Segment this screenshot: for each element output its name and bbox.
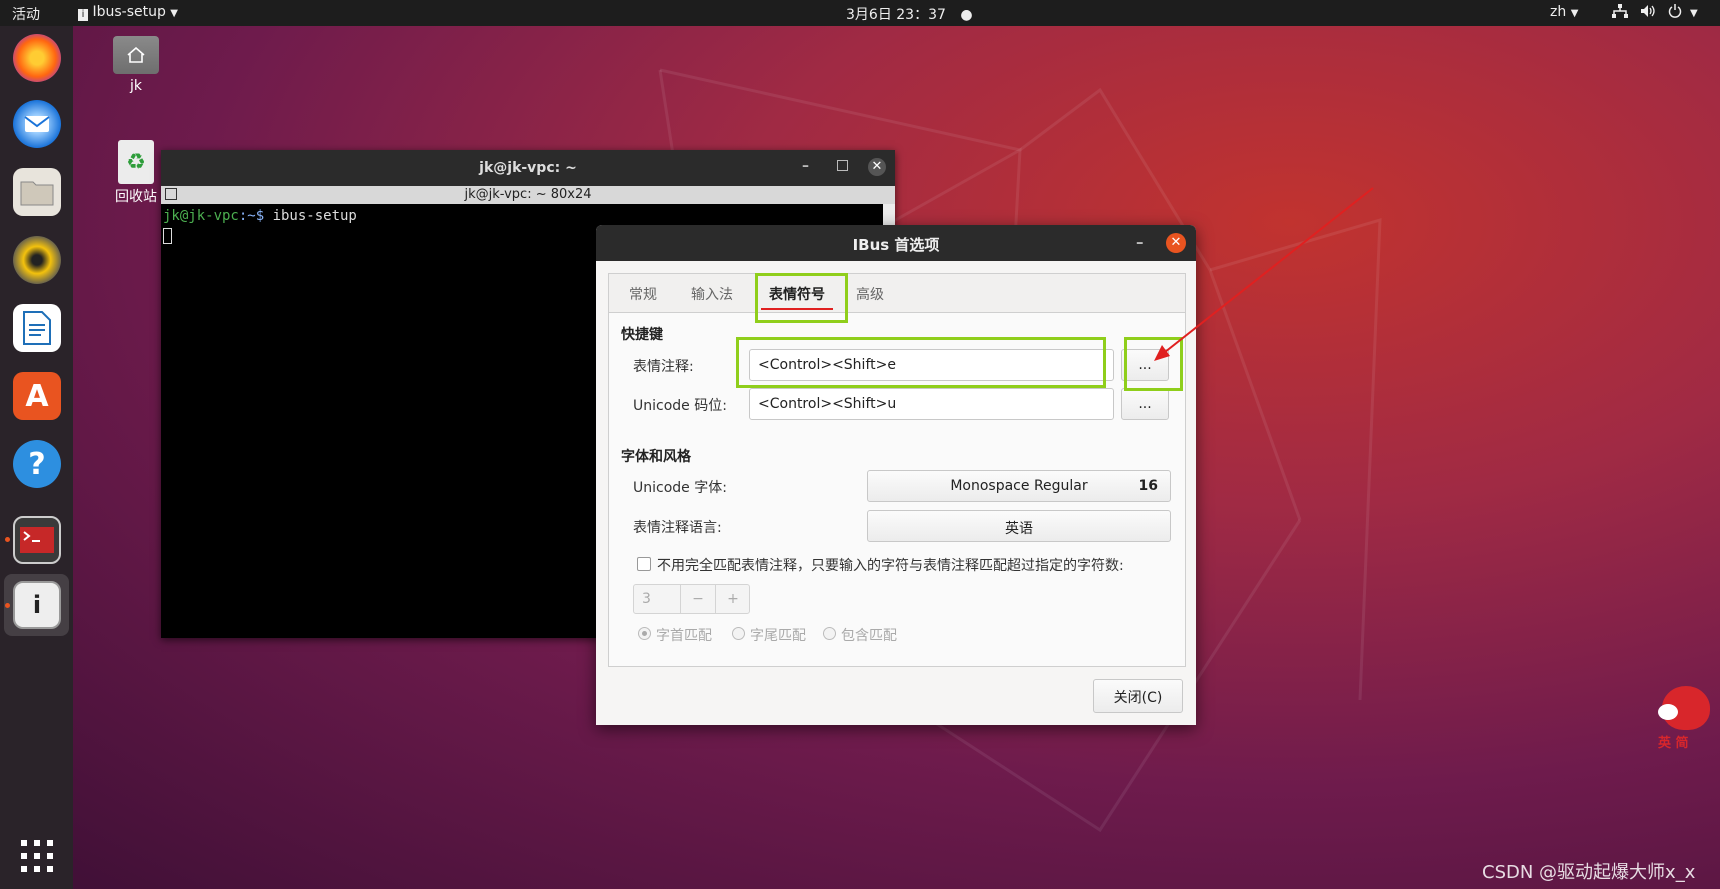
prompt-user: jk@jk-vpc: [163, 208, 239, 224]
trash-icon: ♻: [118, 140, 154, 184]
firefox-icon[interactable]: [13, 34, 61, 82]
spin-value: 3: [642, 591, 651, 607]
input-method-mascot[interactable]: 英 简: [1648, 686, 1718, 752]
mascot-face-icon: [1658, 704, 1678, 720]
show-applications-icon[interactable]: [13, 832, 61, 880]
watermark: CSDN @驱动起爆大师x_x: [1482, 862, 1696, 883]
terminal-tab-header: jk@jk-vpc: ~ 80x24: [161, 186, 895, 204]
annotation-language-button[interactable]: 英语: [867, 510, 1171, 542]
ibus-preferences-dialog: IBus 首选项 – ✕ 常规 输入法 表情符号 高级 快捷键 表情注释: <C…: [596, 225, 1196, 725]
running-indicator-icon: [5, 603, 10, 608]
unicode-font-label: Unicode 字体:: [633, 480, 727, 496]
terminal-cursor: [163, 228, 172, 244]
preferences-panel: 常规 输入法 表情符号 高级 快捷键 表情注释: <Control><Shift…: [608, 273, 1186, 667]
software-center-icon[interactable]: A: [13, 372, 61, 420]
tab-advanced[interactable]: 高级: [856, 284, 884, 304]
spin-decrement-button[interactable]: −: [680, 585, 715, 613]
match-length-spinbox[interactable]: 3 − +: [633, 584, 750, 614]
terminal-line: jk@jk-vpc:~$ ibus-setup: [163, 208, 357, 224]
unicode-shortcut-field[interactable]: <Control><Shift>u: [749, 388, 1114, 420]
unicode-codepoint-label: Unicode 码位:: [633, 398, 727, 414]
help-icon[interactable]: ?: [13, 440, 61, 488]
rhythmbox-icon[interactable]: [13, 236, 61, 284]
dock: A ? i: [0, 26, 73, 889]
close-button[interactable]: 关闭(C): [1093, 679, 1183, 713]
annotation-arrow-icon: [1154, 187, 1374, 361]
unicode-browse-button[interactable]: ...: [1121, 388, 1169, 420]
ibus-setup-icon[interactable]: i: [13, 581, 61, 629]
files-icon[interactable]: [13, 168, 61, 216]
radio-suffix-match[interactable]: [732, 627, 745, 640]
mascot-text: 英 简: [1658, 736, 1689, 751]
maximize-icon[interactable]: [837, 160, 848, 171]
font-name: Monospace Regular: [950, 478, 1088, 494]
running-indicator-icon: [5, 537, 10, 542]
terminal-title: jk@jk-vpc: ~: [479, 160, 577, 176]
highlight-emoji-shortcut-field: [736, 337, 1106, 388]
dialog-title: IBus 首选项: [852, 236, 940, 254]
tab-general[interactable]: 常规: [629, 284, 657, 304]
terminal-app-icon[interactable]: [13, 516, 61, 564]
trash-desktop-icon[interactable]: ♻ 回收站: [110, 140, 162, 206]
terminal-titlebar[interactable]: jk@jk-vpc: ~ – ✕: [161, 150, 895, 186]
terminal-command: ibus-setup: [272, 208, 357, 224]
tab-input-method[interactable]: 输入法: [691, 284, 733, 304]
minimize-icon[interactable]: –: [802, 158, 809, 174]
radio-suffix-label: 字尾匹配: [750, 628, 806, 644]
home-folder-icon: [113, 36, 159, 74]
emoji-annotation-label: 表情注释:: [633, 359, 694, 375]
tab-bar: 常规 输入法 表情符号 高级: [609, 274, 1185, 313]
radio-prefix-match[interactable]: [638, 627, 651, 640]
radio-prefix-label: 字首匹配: [656, 628, 712, 644]
radio-contains-label: 包含匹配: [841, 628, 897, 644]
highlight-emoji-tab: [755, 273, 848, 323]
partial-match-checkbox[interactable]: [637, 557, 651, 571]
prompt-path: :~$: [238, 208, 273, 224]
partial-match-label: 不用完全匹配表情注释，只要输入的字符与表情注释匹配超过指定的字符数:: [657, 558, 1124, 574]
thunderbird-icon[interactable]: [13, 100, 61, 148]
unicode-font-button[interactable]: Monospace Regular 16: [867, 470, 1171, 502]
libreoffice-writer-icon[interactable]: [13, 304, 61, 352]
spin-increment-button[interactable]: +: [715, 585, 750, 613]
dialog-titlebar[interactable]: IBus 首选项 – ✕: [596, 225, 1196, 261]
radio-selected-dot: [642, 631, 647, 636]
close-icon[interactable]: ✕: [868, 158, 886, 176]
font-section-title: 字体和风格: [621, 449, 691, 465]
terminal-subtitle: jk@jk-vpc: ~ 80x24: [464, 187, 592, 202]
trash-label: 回收站: [115, 189, 157, 205]
radio-contains-match[interactable]: [823, 627, 836, 640]
home-folder-desktop-icon[interactable]: jk: [110, 36, 162, 94]
home-folder-label: jk: [130, 78, 142, 94]
annotation-language-label: 表情注释语言:: [633, 520, 722, 536]
shortcuts-section-title: 快捷键: [621, 327, 663, 343]
font-size: 16: [1138, 478, 1158, 494]
